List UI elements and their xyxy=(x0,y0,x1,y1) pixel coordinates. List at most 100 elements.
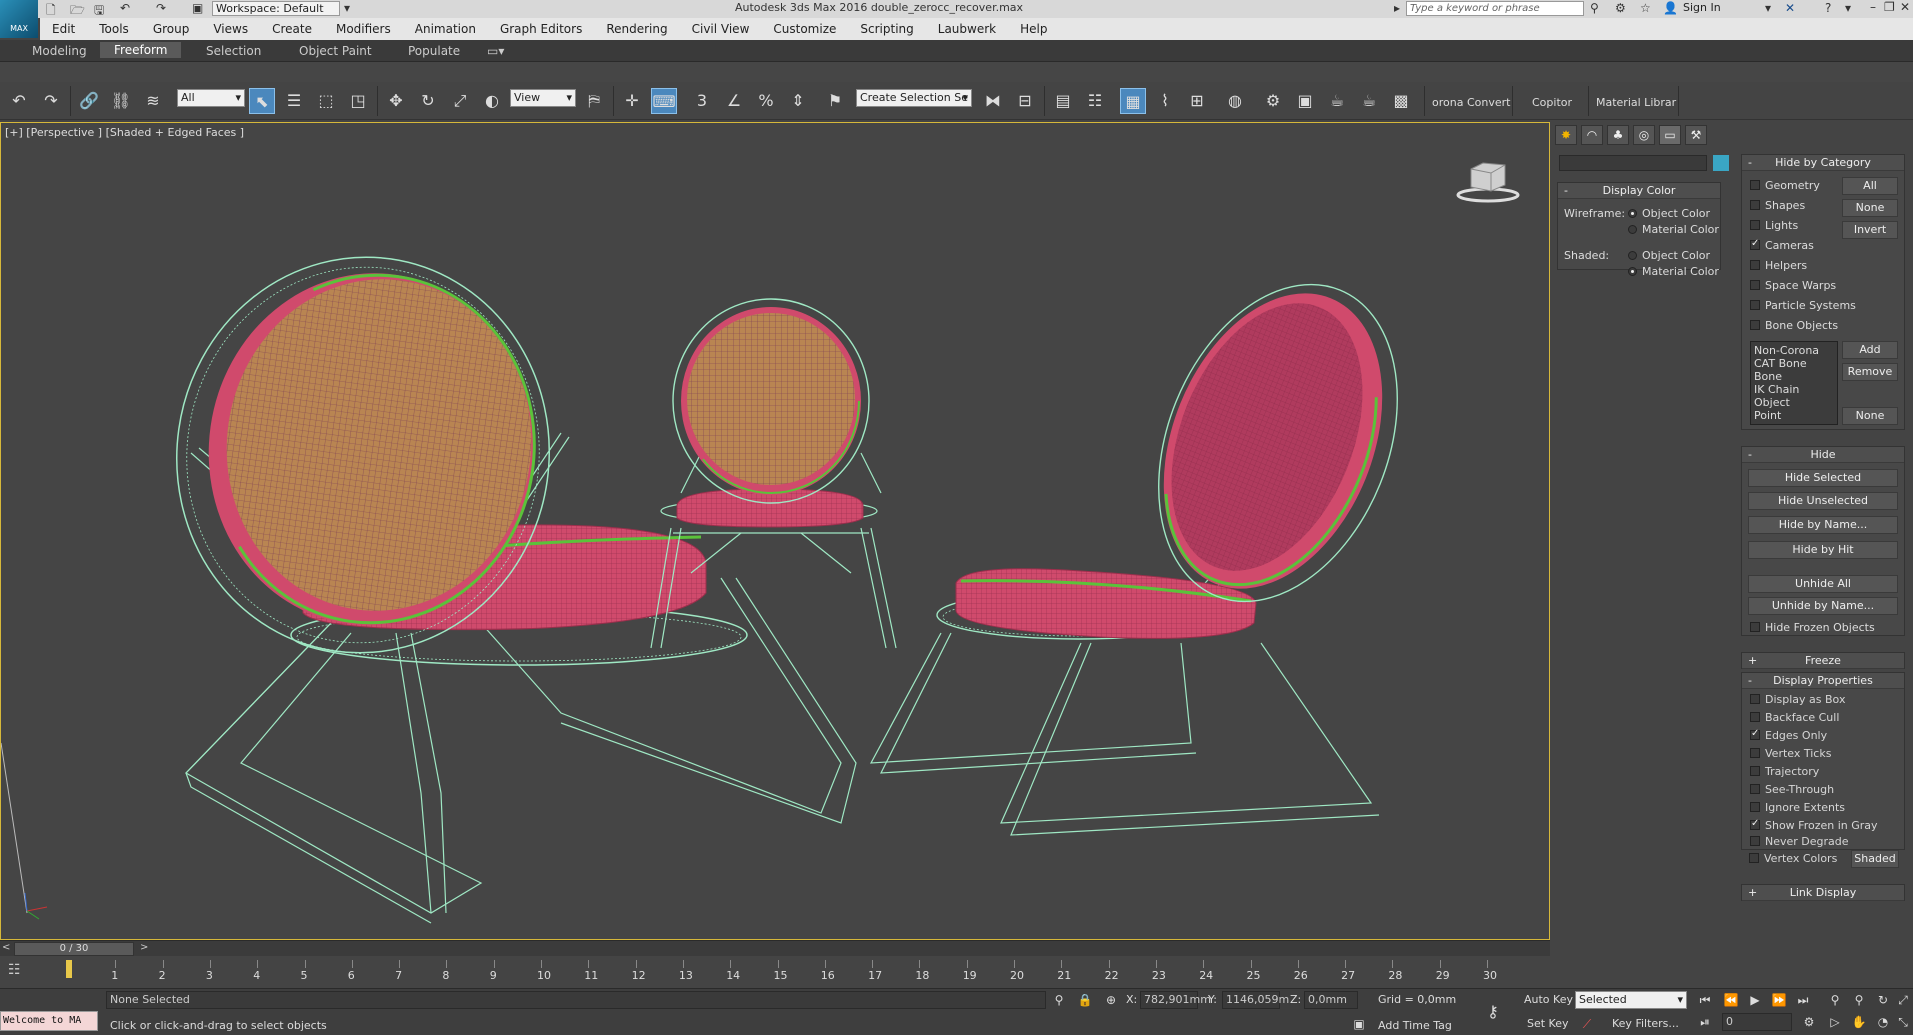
reference-coordinate-dropdown[interactable]: View xyxy=(510,89,576,107)
favorites-star-icon[interactable]: ☆ xyxy=(1640,1,1651,15)
hide-by-category-header[interactable]: - Hide by Category xyxy=(1742,155,1904,171)
select-by-name-icon[interactable]: ☰ xyxy=(281,88,307,114)
category-particle-systems[interactable]: Particle Systems xyxy=(1750,299,1856,312)
category-invert-button[interactable]: Invert xyxy=(1842,221,1898,239)
mini-curve-editor-icon[interactable]: ☷ xyxy=(8,962,21,978)
key-filters-button[interactable]: Key Filters... xyxy=(1612,1017,1679,1030)
shaded-object-color-radio[interactable]: Object Color xyxy=(1628,249,1710,262)
go-to-start-icon[interactable]: ⏮ xyxy=(1696,991,1714,1009)
backface-cull-checkbox[interactable]: Backface Cull xyxy=(1750,711,1839,724)
spinner-snap-icon[interactable]: ⇕ xyxy=(785,88,811,114)
category-list[interactable]: Non-Corona CAT Bone Bone IK Chain Object… xyxy=(1750,341,1838,425)
menu-views[interactable]: Views xyxy=(201,18,260,36)
perspective-viewport[interactable]: [+] [Perspective ] [Shaded + Edged Faces… xyxy=(0,122,1550,940)
bind-space-warp-icon[interactable]: ≋ xyxy=(140,88,166,114)
add-time-tag-button[interactable]: Add Time Tag xyxy=(1378,1019,1452,1032)
display-tab-icon[interactable]: ▭ xyxy=(1659,125,1681,145)
go-to-end-icon[interactable]: ⏭ xyxy=(1794,991,1812,1009)
menu-create[interactable]: Create xyxy=(260,18,324,36)
customize-quick-access-icon[interactable]: ▾ xyxy=(344,1,350,15)
hide-frozen-objects-checkbox[interactable]: Hide Frozen Objects xyxy=(1750,621,1875,634)
utilities-tab-icon[interactable]: ⚒ xyxy=(1685,125,1707,145)
time-slider[interactable]: < 0 / 30 > xyxy=(0,940,1550,956)
menu-graph-editors[interactable]: Graph Editors xyxy=(488,18,594,36)
set-key-mode-icon[interactable]: ⚷ xyxy=(1484,1003,1502,1021)
signin-dropdown-icon[interactable]: ▾ xyxy=(1765,1,1771,15)
key-mode-toggle-icon[interactable]: ⏯ xyxy=(1696,1013,1714,1031)
next-frame-icon[interactable]: ⏩ xyxy=(1770,991,1788,1009)
viewport-label-menu[interactable]: [+] [Perspective ] [Shaded + Edged Faces… xyxy=(5,126,244,139)
curve-editor-icon[interactable]: ⌇ xyxy=(1152,88,1178,114)
key-selection-dropdown[interactable]: Selected xyxy=(1575,991,1687,1009)
auto-key-button[interactable]: Auto Key xyxy=(1524,993,1573,1006)
zoom-all-icon[interactable]: ⚲ xyxy=(1850,991,1868,1009)
minimize-icon[interactable]: – xyxy=(1870,0,1876,14)
category-space-warps[interactable]: Space Warps xyxy=(1750,279,1836,292)
tab-populate[interactable]: Populate xyxy=(408,44,460,58)
menu-civil-view[interactable]: Civil View xyxy=(680,18,762,36)
subscription-icon[interactable]: ⚙ xyxy=(1615,1,1626,15)
hide-header[interactable]: - Hide xyxy=(1742,447,1904,463)
pan-icon[interactable]: ✋ xyxy=(1850,1013,1868,1031)
list-item[interactable]: CAT Bone xyxy=(1754,357,1834,370)
trajectory-checkbox[interactable]: Trajectory xyxy=(1750,765,1819,778)
align-icon[interactable]: ⊟ xyxy=(1012,88,1038,114)
edges-only-checkbox[interactable]: Edges Only xyxy=(1750,728,1827,742)
list-remove-button[interactable]: Remove xyxy=(1842,363,1898,381)
list-item[interactable]: IK Chain Object xyxy=(1754,383,1834,409)
vertex-colors-checkbox[interactable]: Vertex Colors xyxy=(1749,852,1837,865)
menu-scripting[interactable]: Scripting xyxy=(848,18,925,36)
mirror-icon[interactable]: ⧓ xyxy=(980,88,1006,114)
render-activeshade-icon[interactable]: ▩ xyxy=(1388,88,1414,114)
select-and-scale-icon[interactable]: ⤢ xyxy=(447,88,473,114)
toggle-ribbon-icon[interactable]: ▦ xyxy=(1120,88,1146,114)
never-degrade-checkbox[interactable]: Never Degrade xyxy=(1750,835,1849,848)
rectangular-selection-icon[interactable]: ⬚ xyxy=(313,88,339,114)
x-coord-field[interactable]: 782,901mm xyxy=(1140,991,1211,1009)
unhide-all-button[interactable]: Unhide All xyxy=(1748,575,1898,593)
search-arrow-icon[interactable]: ▸ xyxy=(1394,1,1400,15)
category-lights[interactable]: Lights xyxy=(1750,219,1798,232)
show-frozen-in-gray-checkbox[interactable]: Show Frozen in Gray xyxy=(1750,818,1878,832)
redo-icon[interactable]: ↷ xyxy=(156,1,166,15)
list-item[interactable]: Bone xyxy=(1754,370,1834,383)
object-color-swatch[interactable] xyxy=(1713,155,1729,171)
select-and-place-icon[interactable]: ◐ xyxy=(479,88,505,114)
z-coord-field[interactable]: 0,0mm xyxy=(1304,991,1358,1009)
list-add-button[interactable]: Add xyxy=(1842,341,1898,359)
previous-frame-icon[interactable]: ⏪ xyxy=(1722,991,1740,1009)
sign-in-link[interactable]: Sign In xyxy=(1683,1,1721,14)
list-item[interactable]: Point xyxy=(1754,409,1834,422)
category-shapes[interactable]: Shapes xyxy=(1750,199,1805,212)
manage-layers-icon[interactable]: ▤ xyxy=(1050,88,1076,114)
category-geometry[interactable]: Geometry xyxy=(1750,179,1820,192)
absolute-mode-icon[interactable]: ⊕ xyxy=(1102,991,1120,1009)
keyboard-shortcut-override-icon[interactable]: ⌨ xyxy=(651,88,677,114)
link-display-header[interactable]: + Link Display xyxy=(1742,885,1904,901)
select-object-icon[interactable]: ⬉ xyxy=(249,88,275,114)
time-configuration-icon[interactable]: ⚙ xyxy=(1800,1013,1818,1031)
display-properties-header[interactable]: - Display Properties xyxy=(1742,673,1904,689)
maximize-viewport-icon[interactable]: ⤢ xyxy=(1894,991,1912,1009)
material-editor-icon[interactable]: ◍ xyxy=(1222,88,1248,114)
select-and-link-icon[interactable]: 🔗 xyxy=(76,88,102,114)
category-none-button[interactable]: None xyxy=(1842,199,1898,217)
menu-customize[interactable]: Customize xyxy=(761,18,848,36)
select-and-rotate-icon[interactable]: ↻ xyxy=(415,88,441,114)
menu-group[interactable]: Group xyxy=(141,18,202,36)
time-slider-prev-icon[interactable]: < xyxy=(2,942,10,953)
walk-through-icon[interactable]: ◔ xyxy=(1874,1013,1892,1031)
window-crossing-icon[interactable]: ◳ xyxy=(345,88,371,114)
list-item[interactable]: Non-Corona xyxy=(1754,344,1834,357)
display-as-box-checkbox[interactable]: Display as Box xyxy=(1750,693,1845,706)
hide-by-name-button[interactable]: Hide by Name... xyxy=(1748,516,1898,534)
see-through-checkbox[interactable]: See-Through xyxy=(1750,783,1834,796)
ignore-extents-checkbox[interactable]: Ignore Extents xyxy=(1750,801,1845,814)
wireframe-material-color-radio[interactable]: Material Color xyxy=(1628,223,1719,236)
redo-button-icon[interactable]: ↷ xyxy=(38,88,64,114)
viewcube-icon[interactable] xyxy=(1453,155,1523,205)
copitor-button[interactable]: Copitor xyxy=(1532,96,1572,109)
help-dropdown-icon[interactable]: ▾ xyxy=(1845,1,1851,15)
tab-modeling[interactable]: Modeling xyxy=(32,44,87,58)
selection-filter-dropdown[interactable]: All xyxy=(177,89,245,107)
